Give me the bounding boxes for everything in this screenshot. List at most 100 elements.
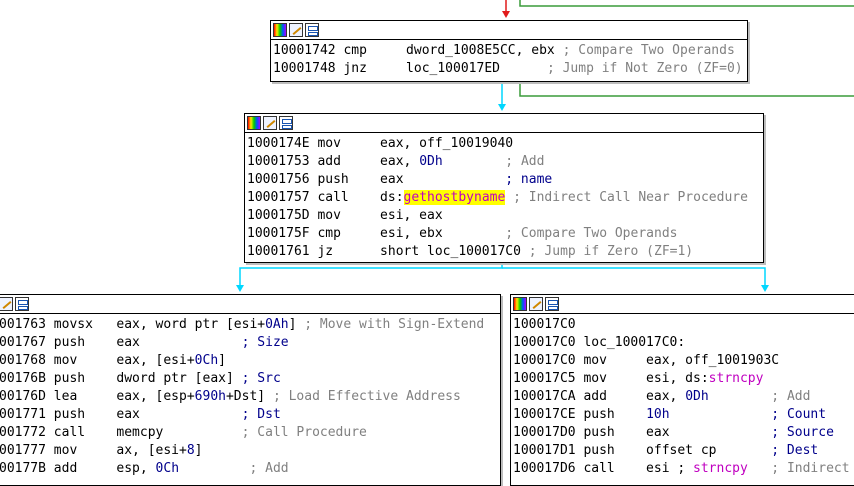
color-icon[interactable] <box>273 23 287 37</box>
asm-text <box>670 407 772 422</box>
asm-comment: ; Compare Two Operands <box>562 43 735 58</box>
graph-icon[interactable] <box>545 297 559 311</box>
edit-icon[interactable] <box>289 23 303 37</box>
asm-text: ; Dst <box>241 407 281 422</box>
block-header <box>271 21 747 40</box>
graph-icon[interactable] <box>279 116 293 130</box>
asm-line[interactable]: 001768 mov eax, [esi+0Ch] <box>0 352 496 370</box>
asm-text <box>505 190 513 205</box>
asm-line[interactable]: 100017D1 push offset cp ; Dest <box>513 442 854 460</box>
graph-icon[interactable] <box>305 23 319 37</box>
asm-comment: ; Indirect Call Near Procedure <box>513 190 748 205</box>
asm-text: 100017D6 call esi ; <box>513 461 694 476</box>
asm-text: 00176D lea eax, [esp+ <box>0 389 195 404</box>
code-block-cmp[interactable]: 10001742 cmp dword_1008E5CC, ebx ; Compa… <box>270 20 748 82</box>
asm-line[interactable]: 001772 call memcpy ; Call Procedure <box>0 424 496 442</box>
asm-text: 001767 push eax <box>0 335 242 350</box>
code-block-gethostbyname[interactable]: 1000174E mov eax, off_10019040 10001753 a… <box>244 113 764 263</box>
asm-line[interactable]: 1000175D mov esi, eax <box>247 207 759 225</box>
edge-cyan-right <box>502 267 766 286</box>
asm-line[interactable]: 001767 push eax ; Size <box>0 334 496 352</box>
asm-line[interactable]: 100017D0 push eax ; Source <box>513 424 854 442</box>
asm-text: 100017C0 <box>513 317 576 332</box>
asm-line[interactable]: 001771 push eax ; Dst <box>0 406 496 424</box>
asm-line[interactable]: 10001761 jz short loc_100017C0 ; Jump if… <box>247 243 759 261</box>
edit-icon[interactable] <box>529 297 543 311</box>
asm-text: 10001761 jz short loc_100017C0 <box>247 244 529 259</box>
edge-green-top <box>519 0 854 7</box>
asm-text: 001771 push eax <box>0 407 242 422</box>
asm-comment: ; Call Procedure <box>241 425 367 440</box>
asm-comment: ; Jump if Zero (ZF=1) <box>528 244 694 259</box>
asm-text: ; name <box>505 172 553 187</box>
asm-text: 100017D0 push eax <box>513 425 772 440</box>
asm-comment: ; Indirect <box>771 461 850 476</box>
asm-line[interactable]: 001777 mov ax, [esi+8] <box>0 442 496 460</box>
edge-cyan-2-split <box>239 261 503 286</box>
code-block-memcpy[interactable]: 001763 movsx eax, word ptr [esi+0Ah] ; M… <box>0 294 501 486</box>
asm-text: ; Dest <box>771 443 819 458</box>
code-block-strncpy[interactable]: 100017C0 100017C0 loc_100017C0: 100017C0 m… <box>510 294 854 486</box>
asm-text: 100017CE push <box>513 407 647 422</box>
asm-text[interactable]: strncpy <box>709 371 764 386</box>
asm-line[interactable]: 100017C0 <box>513 316 854 334</box>
edge-cyan-1-2-arrow <box>498 104 506 111</box>
asm-text: 001772 call memcpy <box>0 425 242 440</box>
asm-text: 10h <box>646 407 670 422</box>
asm-line[interactable]: 100017C0 loc_100017C0: <box>513 334 854 352</box>
graph-icon[interactable] <box>15 297 29 311</box>
asm-text: ; Count <box>771 407 827 422</box>
block-header <box>0 295 500 314</box>
asm-text: 0Ch <box>155 461 180 476</box>
asm-text: ; Size <box>241 335 289 350</box>
asm-line[interactable]: 001763 movsx eax, word ptr [esi+0Ah] ; M… <box>0 316 496 334</box>
asm-text: 10001756 push eax <box>247 172 506 187</box>
asm-text: 1000175F cmp esi, ebx <box>247 226 506 241</box>
asm-text <box>179 461 249 476</box>
asm-line[interactable]: 10001757 call ds:gethostbyname ; Indirec… <box>247 189 759 207</box>
highlighted-symbol[interactable]: gethostbyname <box>403 190 506 205</box>
asm-line[interactable]: 00177B add esp, 0Ch ; Add <box>0 460 496 478</box>
asm-text: ] <box>218 353 226 368</box>
asm-line[interactable]: 1000175F cmp esi, ebx ; Compare Two Oper… <box>247 225 759 243</box>
asm-text: 10001742 cmp dword_1008E5CC, ebx <box>273 43 563 58</box>
asm-text: 100017C5 mov esi, ds: <box>513 371 709 386</box>
asm-line[interactable]: 100017C5 mov esi, ds:strncpy <box>513 370 854 388</box>
edit-icon[interactable] <box>0 297 13 311</box>
asm-line[interactable]: 100017D6 call esi ; strncpy ; Indirect <box>513 460 854 478</box>
asm-text: 001768 mov eax, [esi+ <box>0 353 195 368</box>
asm-line[interactable]: 10001753 add eax, 0Dh ; Add <box>247 153 759 171</box>
edge-cyan-left-arrow <box>236 285 244 292</box>
edit-icon[interactable] <box>263 116 277 130</box>
asm-line[interactable]: 10001742 cmp dword_1008E5CC, ebx ; Compa… <box>273 42 743 60</box>
asm-comment: ; Compare Two Operands <box>505 226 678 241</box>
asm-text: ; Source <box>771 425 834 440</box>
asm-line[interactable]: 100017CA add eax, 0Dh ; Add <box>513 388 854 406</box>
asm-line[interactable]: 10001748 jnz loc_100017ED ; Jump if Not … <box>273 60 743 78</box>
block-header <box>511 295 854 314</box>
asm-text: 8 <box>186 443 195 458</box>
edge-red-arrow <box>502 11 510 18</box>
asm-text[interactable]: strncpy <box>693 461 748 476</box>
asm-text: 0Ch <box>194 353 219 368</box>
asm-line[interactable]: 1000174E mov eax, off_10019040 <box>247 135 759 153</box>
block-lines: 100017C0 100017C0 loc_100017C0: 100017C0 m… <box>511 314 854 480</box>
block-lines: 10001742 cmp dword_1008E5CC, ebx ; Compa… <box>271 40 747 80</box>
asm-text: 001763 movsx eax, word ptr [esi+ <box>0 317 266 332</box>
asm-line[interactable]: 00176D lea eax, [esp+690h+Dst] ; Load Ef… <box>0 388 496 406</box>
asm-line[interactable]: 100017C0 mov eax, off_1001903C <box>513 352 854 370</box>
asm-line[interactable]: 00176B push dword ptr [eax] ; Src <box>0 370 496 388</box>
asm-text: 100017C0 mov eax, off_1001903C <box>513 353 780 368</box>
asm-text: +Dst] <box>225 389 273 404</box>
asm-text <box>709 389 772 404</box>
asm-line[interactable]: 100017CE push 10h ; Count <box>513 406 854 424</box>
asm-comment: ; Add <box>771 389 811 404</box>
asm-text: ] <box>194 443 203 458</box>
edge-cyan-right-arrow <box>761 285 769 292</box>
asm-line[interactable]: 10001756 push eax ; name <box>247 171 759 189</box>
asm-text: 100017D1 push offset cp <box>513 443 772 458</box>
color-icon[interactable] <box>247 116 261 130</box>
asm-text: 0Dh <box>419 154 443 169</box>
block-lines: 001763 movsx eax, word ptr [esi+0Ah] ; M… <box>0 314 500 480</box>
color-icon[interactable] <box>513 297 527 311</box>
